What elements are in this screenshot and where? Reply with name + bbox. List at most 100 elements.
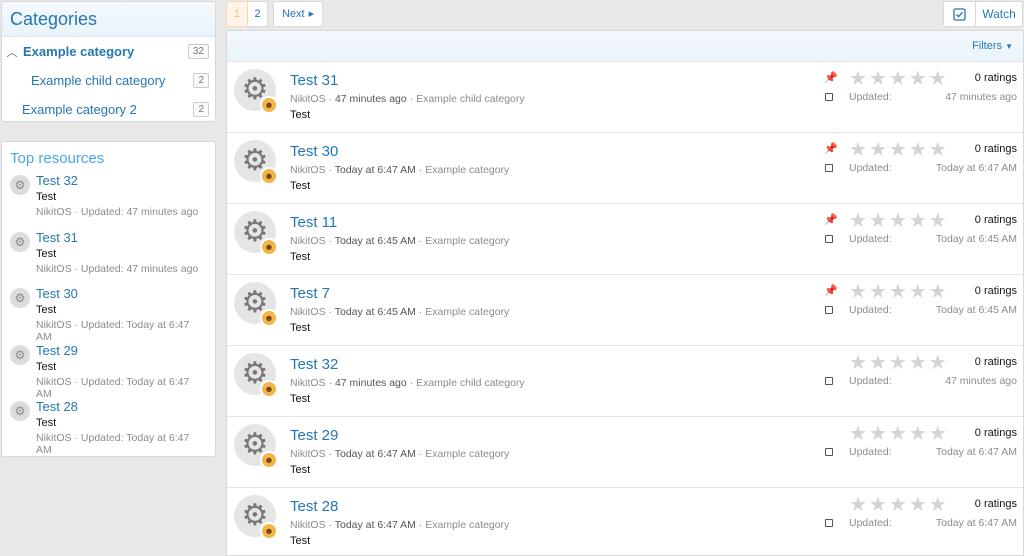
resource-row: ⚙ ☻ Test 11 NikitOS · Today at 6:45 AM · Ex… <box>227 204 1023 275</box>
filters-button[interactable]: Filters ▼ <box>972 40 1013 52</box>
avatar[interactable]: ☻ <box>260 451 278 469</box>
resource-author[interactable]: NikitOS <box>290 377 326 389</box>
star-icon: ★ <box>868 68 889 90</box>
resource-category[interactable]: Example category <box>425 164 509 176</box>
top-resource-item[interactable]: ⚙ Test 30 Test NikitOS · Updated: Today at … <box>10 286 207 343</box>
category-label[interactable]: Example child category <box>31 73 165 88</box>
top-resource-tagline: Test <box>36 191 57 203</box>
rating-count: 0 ratings <box>974 143 1017 155</box>
star-icon: ★ <box>908 68 929 90</box>
select-checkbox[interactable] <box>825 448 833 456</box>
category-label[interactable]: Example category 2 <box>22 102 137 117</box>
top-resource-item[interactable]: ⚙ Test 32 Test NikitOS · Updated: 47 minute… <box>10 173 207 230</box>
star-icon: ★ <box>849 423 869 445</box>
resource-author[interactable]: NikitOS <box>290 519 326 531</box>
star-icon: ★ <box>849 68 869 90</box>
top-resource-tagline: Test <box>36 304 57 316</box>
select-checkbox[interactable] <box>825 306 833 314</box>
select-checkbox[interactable] <box>825 164 833 172</box>
top-resources-block: Top resources ⚙ Test 32 Test NikitOS · Upda… <box>1 141 216 457</box>
gear-icon[interactable]: ⚙ <box>10 175 30 195</box>
pin-icon: 📌 <box>824 285 838 297</box>
resource-tagline: Test <box>290 251 311 263</box>
select-checkbox[interactable] <box>825 519 833 527</box>
avatar[interactable]: ☻ <box>260 167 278 185</box>
updated-value: Today at 6:47 AM <box>935 162 1017 174</box>
page-2-button[interactable]: 2 <box>248 1 268 27</box>
top-resource-title[interactable]: Test 31 <box>36 230 207 246</box>
next-page-button[interactable]: Next ▶ <box>273 1 323 27</box>
next-label[interactable]: Next <box>282 8 305 20</box>
avatar[interactable]: ☻ <box>260 238 278 256</box>
avatar[interactable]: ☻ <box>260 96 278 114</box>
resource-category[interactable]: Example category <box>425 519 509 531</box>
updated-label: Updated: <box>849 375 892 387</box>
rating-count: 0 ratings <box>974 214 1017 226</box>
updated-label: Updated: <box>849 446 892 458</box>
gear-icon[interactable]: ⚙ <box>10 344 30 365</box>
resource-category[interactable]: Example child category <box>416 377 525 389</box>
category-item-example-category-2[interactable]: Example category 2 2 <box>2 95 215 124</box>
resource-title[interactable]: Test 7 <box>290 285 330 302</box>
chevron-up-icon[interactable]: ︿ <box>6 44 18 60</box>
watch-label[interactable]: Watch <box>976 2 1022 26</box>
filter-bar: Filters ▼ <box>227 31 1023 62</box>
resource-category[interactable]: Example child category <box>416 93 525 105</box>
gear-icon[interactable]: ⚙ <box>10 401 30 421</box>
top-resource-title[interactable]: Test 28 <box>36 399 207 415</box>
resource-title[interactable]: Test 28 <box>290 498 338 515</box>
resource-author[interactable]: NikitOS <box>290 448 326 460</box>
select-checkbox[interactable] <box>825 235 833 243</box>
select-checkbox[interactable] <box>825 377 833 385</box>
resource-date: Today at 6:47 AM <box>334 448 416 460</box>
rating-stars: ★★★★★ <box>849 137 949 162</box>
resource-title[interactable]: Test 32 <box>290 356 338 373</box>
top-resource-title[interactable]: Test 32 <box>36 173 207 189</box>
star-icon: ★ <box>868 281 889 303</box>
star-icon: ★ <box>928 352 949 374</box>
resource-category[interactable]: Example category <box>425 448 509 460</box>
star-icon: ★ <box>908 281 929 303</box>
resource-author[interactable]: NikitOS <box>290 93 326 105</box>
rating-stars: ★★★★★ <box>849 66 949 91</box>
top-resource-item[interactable]: ⚙ Test 31 Test NikitOS · Updated: 47 minute… <box>10 230 207 287</box>
page-1-button[interactable]: 1 <box>226 1 248 27</box>
top-resource-title[interactable]: Test 30 <box>36 286 207 302</box>
rating-count: 0 ratings <box>974 72 1017 84</box>
gear-icon[interactable]: ⚙ <box>10 288 30 308</box>
updated-value: Today at 6:47 AM <box>935 517 1017 529</box>
resource-category[interactable]: Example category <box>425 235 509 247</box>
category-item-example-category[interactable]: ︿ Example category 32 <box>2 37 215 66</box>
avatar[interactable]: ☻ <box>260 522 278 540</box>
star-icon: ★ <box>908 352 929 374</box>
resource-author[interactable]: NikitOS <box>290 164 326 176</box>
resource-title[interactable]: Test 11 <box>290 214 337 231</box>
category-count: 2 <box>193 73 209 88</box>
gear-icon[interactable]: ⚙ <box>10 231 30 252</box>
category-item-example-child-category[interactable]: Example child category 2 <box>2 66 215 95</box>
resource-author[interactable]: NikitOS <box>290 306 326 318</box>
resource-meta: NikitOS · Today at 6:45 AM · Example cat… <box>290 235 510 247</box>
resource-title[interactable]: Test 30 <box>290 143 338 160</box>
star-icon: ★ <box>849 494 869 516</box>
star-icon: ★ <box>868 352 889 374</box>
top-resource-item[interactable]: ⚙ Test 29 Test NikitOS · Updated: Today at … <box>10 343 207 400</box>
resource-category[interactable]: Example category <box>425 306 509 318</box>
resource-author[interactable]: NikitOS <box>290 235 326 247</box>
resource-title[interactable]: Test 29 <box>290 427 338 444</box>
updated-value: Today at 6:45 AM <box>935 233 1017 245</box>
filters-label[interactable]: Filters <box>972 40 1002 52</box>
star-icon: ★ <box>849 139 869 161</box>
top-resource-item[interactable]: ⚙ Test 28 Test NikitOS · Updated: Today at … <box>10 399 207 456</box>
avatar[interactable]: ☻ <box>260 309 278 327</box>
categories-title: Categories <box>2 2 215 37</box>
category-label[interactable]: Example category <box>23 44 134 59</box>
select-checkbox[interactable] <box>825 93 833 101</box>
top-resource-title[interactable]: Test 29 <box>36 343 207 359</box>
star-icon: ★ <box>928 68 949 90</box>
resource-title[interactable]: Test 31 <box>290 72 338 89</box>
top-resource-tagline: Test <box>36 360 57 373</box>
watch-button[interactable]: Watch <box>943 1 1023 27</box>
avatar[interactable]: ☻ <box>260 380 278 398</box>
checkbox-icon[interactable] <box>944 2 976 26</box>
